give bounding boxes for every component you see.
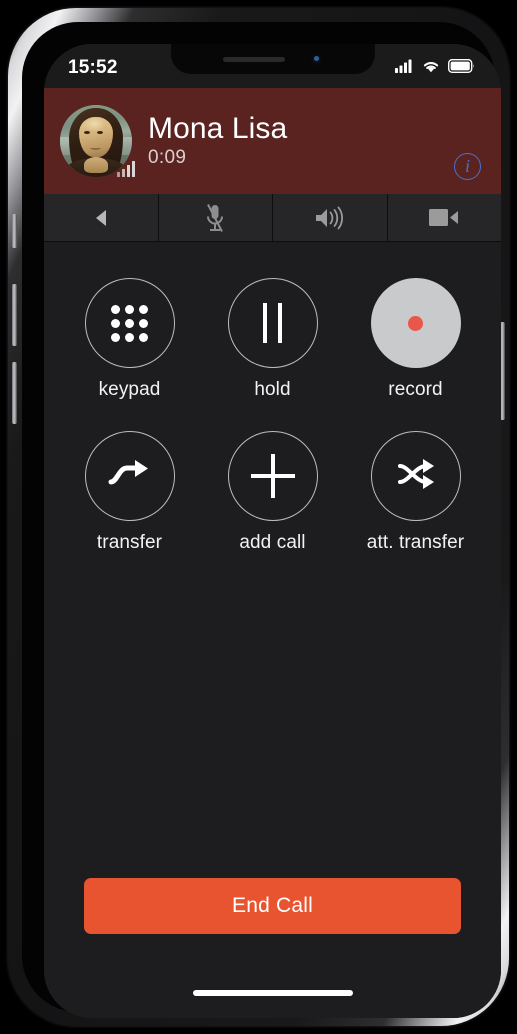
front-camera-icon [311,53,322,65]
end-call-button[interactable]: End Call [84,878,461,934]
call-actions-grid: keypad hold record transfer add call att… [44,242,501,870]
add-call-button[interactable]: add call [223,431,322,554]
action-row-1: keypad hold record [44,278,501,401]
action-row-2: transfer add call att. transfer [44,431,501,554]
shuffle-arrows-icon [396,454,436,499]
phone-screen: 15:52 Mona Lisa 0:09 i keypad hold recor… [44,44,501,1018]
keypad-button-circle[interactable] [84,278,175,368]
record-button-circle[interactable] [370,278,461,368]
hold-button-circle[interactable] [227,278,318,368]
earpiece-speaker-icon [223,56,285,62]
att-transfer-button-label: att. transfer [366,532,465,553]
status-bar: 15:52 [44,44,501,88]
keypad-button[interactable]: keypad [80,278,179,401]
transfer-button-circle[interactable] [84,431,175,521]
att-transfer-button[interactable]: att. transfer [366,431,465,554]
status-bar-clock: 15:52 [68,57,118,78]
status-bar-indicators [395,55,475,78]
transfer-button[interactable]: transfer [80,431,179,554]
caller-name: Mona Lisa [148,111,288,145]
battery-icon [447,58,475,78]
device-bezel: 15:52 Mona Lisa 0:09 i keypad hold recor… [22,22,501,1018]
hold-button-label: hold [254,379,291,400]
notch [170,44,375,74]
signal-bars-icon [395,59,414,78]
volume-down-button[interactable] [12,362,17,424]
avatar-chest [83,156,109,173]
transfer-button-label: transfer [96,532,163,553]
video-camera-icon [428,207,460,228]
home-indicator-bar[interactable] [192,990,353,996]
volume-up-button[interactable] [12,284,17,346]
curved-arrow-icon [107,458,153,495]
microphone-muted-icon [204,203,226,233]
end-call-area: End Call [44,870,501,986]
keypad-dots-icon [111,304,148,342]
hold-button[interactable]: hold [223,278,322,401]
wifi-icon [422,59,440,78]
silent-switch[interactable] [12,214,17,248]
info-circle-icon[interactable]: i [454,153,481,180]
caller-info: Mona Lisa 0:09 [148,111,288,169]
video-button[interactable] [388,194,502,241]
speaker-waves-icon [314,206,346,230]
back-triangle-icon [92,208,110,228]
record-dot-icon [408,315,423,331]
avatar-highlight [83,118,106,132]
add-call-button-circle[interactable] [227,431,318,521]
plus-icon [250,454,295,498]
keypad-button-label: keypad [98,379,161,400]
call-signal-bars-icon [117,161,135,177]
avatar-wrapper[interactable] [60,105,135,177]
speaker-button[interactable] [273,194,388,241]
add-call-button-label: add call [239,532,306,553]
pause-bars-icon [263,303,282,343]
att-transfer-button-circle[interactable] [370,431,461,521]
record-button-label: record [388,379,443,400]
device-frame: 15:52 Mona Lisa 0:09 i keypad hold recor… [8,8,509,1026]
mute-button[interactable] [159,194,273,241]
record-button[interactable]: record [366,278,465,401]
back-button[interactable] [44,194,159,241]
call-duration: 0:09 [148,147,187,169]
home-indicator-area [44,986,501,1018]
call-toolbar [44,194,501,242]
avatar-smile [90,145,102,150]
call-header: Mona Lisa 0:09 i [44,88,501,194]
